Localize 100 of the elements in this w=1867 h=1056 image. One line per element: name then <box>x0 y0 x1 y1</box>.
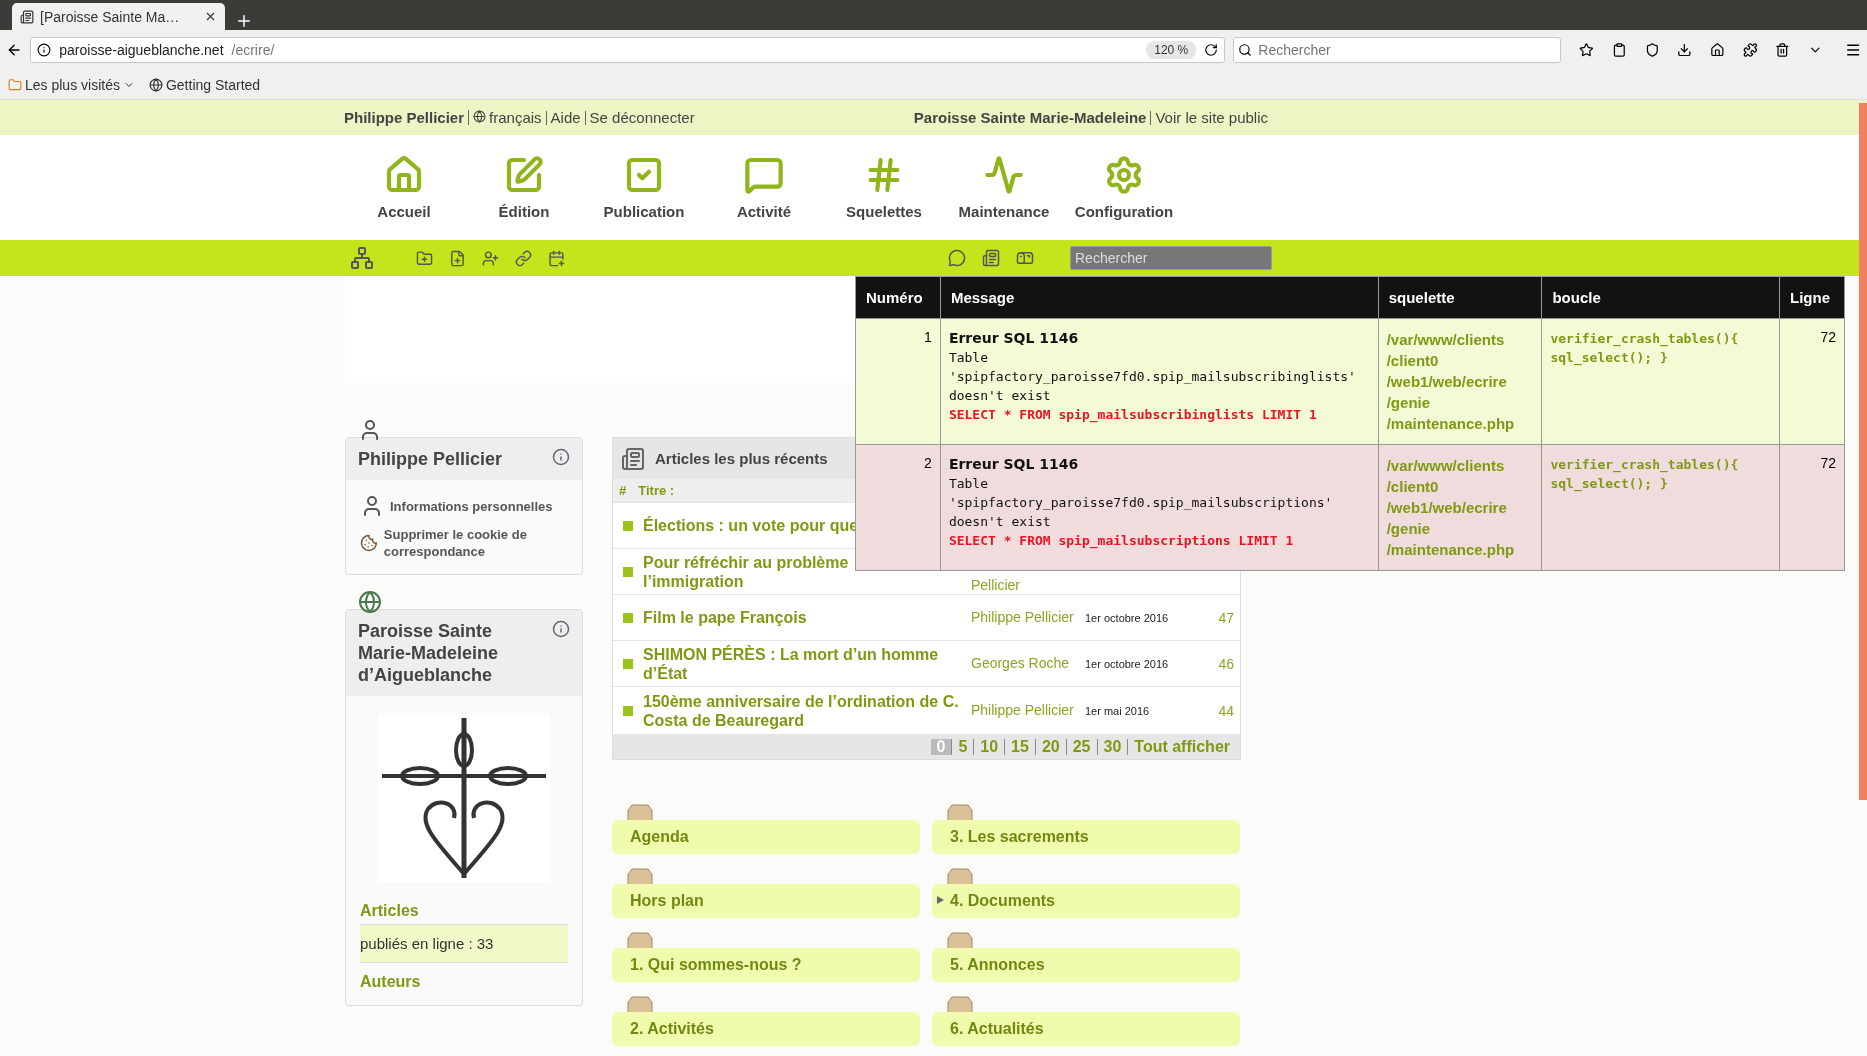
browser-tab[interactable]: [Paroisse Sainte Ma… <box>12 3 225 30</box>
article-link[interactable]: Film le pape François <box>643 608 807 627</box>
section-link[interactable]: 5. Annonces <box>932 948 1240 982</box>
close-icon[interactable] <box>204 10 217 23</box>
search-field[interactable]: Rechercher <box>1070 246 1272 270</box>
bullet-icon <box>623 658 633 669</box>
file-path: /var/www/clients /client0 /web1/web/ecrire /genie /maintenance.php <box>1386 330 1516 434</box>
download-icon[interactable] <box>1677 41 1692 59</box>
info-icon[interactable] <box>552 620 570 638</box>
user-add-icon[interactable] <box>482 249 499 267</box>
search-input[interactable]: Rechercher <box>1256 41 1557 59</box>
column-header: squelette <box>1378 276 1542 319</box>
top-link[interactable]: français <box>468 110 546 125</box>
trash-icon[interactable] <box>1775 41 1790 59</box>
article-link[interactable]: 150ème anniversaire de l’ordination de C. Costa de Beauregard <box>643 691 963 730</box>
top-link[interactable]: Voir le site public <box>1150 110 1272 125</box>
row-number: 1 <box>923 329 932 345</box>
clipboard-icon[interactable] <box>1611 41 1627 59</box>
panel-link[interactable]: Supprimer le cookie de correspondance <box>360 522 568 564</box>
reload-icon[interactable] <box>1204 43 1219 57</box>
section-link[interactable]: Hors plan <box>612 884 920 918</box>
column-header: Message <box>940 276 1379 319</box>
page-link[interactable]: 0 <box>930 739 952 755</box>
link-icon[interactable] <box>515 249 532 267</box>
bookmark-item[interactable]: Les plus visités <box>8 76 135 93</box>
pencil-icon <box>504 155 544 195</box>
checkmark-icon <box>624 155 664 195</box>
scrollbar[interactable] <box>1859 103 1867 800</box>
page-link[interactable]: 30 <box>1096 739 1128 755</box>
section-heading: Auteurs <box>360 973 422 991</box>
nav-item[interactable]: Configuration <box>1064 135 1184 240</box>
author-link[interactable]: Pellicier <box>963 577 1085 594</box>
site-name[interactable]: Paroisse Sainte Marie-Madeleine <box>913 109 1151 126</box>
folder-add-icon[interactable] <box>416 249 433 267</box>
comment-icon[interactable] <box>948 249 966 267</box>
date-cell-text: 1er octobre 2016 <box>1085 611 1170 624</box>
author-link[interactable]: Philippe Pellicier <box>963 609 1085 626</box>
document-add-icon[interactable] <box>449 249 466 267</box>
folder-icon <box>8 77 22 92</box>
stat-text: publiés en ligne : 33 <box>360 924 568 963</box>
newspaper-icon[interactable] <box>982 249 1000 267</box>
pulse-icon <box>984 155 1024 195</box>
section-link[interactable]: 3. Les sacrements <box>932 820 1240 854</box>
author-link[interactable]: Georges Roche <box>963 655 1085 672</box>
star-icon[interactable] <box>1579 41 1594 59</box>
section-link[interactable]: 2. Activités <box>612 1012 920 1046</box>
home-icon <box>384 155 424 195</box>
sql-query: SELECT * FROM spip_mailsubscribinglists LIMIT 1 <box>948 406 1318 424</box>
nav-item[interactable]: Maintenance <box>944 135 1064 240</box>
zoom-level[interactable]: 120 % <box>1146 41 1197 59</box>
error-message: Table 'spipfactory_paroisse7fd0.spip_mailsubscriptions' doesn't exist <box>948 475 1334 531</box>
nav-item[interactable]: Édition <box>464 135 584 240</box>
nav-item[interactable]: Accueil <box>344 135 464 240</box>
new-tab-icon[interactable] <box>235 12 253 30</box>
page-link[interactable]: 5 <box>951 739 974 755</box>
section-link[interactable]: 6. Actualités <box>932 1012 1240 1046</box>
panel-title: Philippe Pellicier <box>358 448 503 470</box>
top-link[interactable]: Se déconnecter <box>584 110 699 125</box>
page-link[interactable]: 20 <box>1034 739 1066 755</box>
page-link[interactable]: 25 <box>1065 739 1097 755</box>
search-icon <box>1238 43 1253 57</box>
top-link[interactable]: Aide <box>545 110 585 125</box>
shield-icon[interactable] <box>1644 41 1660 59</box>
mailbox-icon[interactable] <box>1016 249 1034 267</box>
section-link[interactable]: 4. Documents <box>932 884 1240 918</box>
number-cell-text: 46 <box>1217 655 1235 672</box>
bookmark-item[interactable]: Getting Started <box>148 76 261 93</box>
nav-item[interactable]: Publication <box>584 135 704 240</box>
bullet-icon <box>623 520 633 531</box>
page-link[interactable]: 15 <box>1004 739 1035 755</box>
panel-title: Paroisse Sainte Marie-Madeleine d’Aigueblanche <box>358 620 500 686</box>
file-path: /var/www/clients /client0 /web1/web/ecrire /genie /maintenance.php <box>1386 456 1516 560</box>
page-link[interactable]: 10 <box>973 739 1005 755</box>
section-link[interactable]: Agenda <box>612 820 920 854</box>
date-cell-text: 1er mai 2016 <box>1085 704 1151 717</box>
author-link[interactable]: Philippe Pellicier <box>963 702 1085 719</box>
expand-icon[interactable] <box>937 896 944 904</box>
user-name[interactable]: Philippe Pellicier <box>344 109 469 126</box>
article-link[interactable]: SHIMON PÉRÈS : La mort d’un homme d’État <box>643 644 963 683</box>
home-icon[interactable] <box>1710 41 1725 59</box>
error-title: Erreur SQL 1146 <box>948 329 1080 348</box>
nav-item[interactable]: Activité <box>704 135 824 240</box>
article-link[interactable]: Pour réfréchir au problème l’immigration <box>643 552 849 591</box>
puzzle-icon[interactable] <box>1742 41 1758 59</box>
info-icon[interactable] <box>552 448 570 466</box>
column-header: Ligne <box>1779 276 1845 319</box>
column-header: boucle <box>1541 276 1780 319</box>
sitemap-icon[interactable] <box>350 246 374 270</box>
calendar-add-icon[interactable] <box>548 249 565 267</box>
nav-item[interactable]: Squelettes <box>824 135 944 240</box>
gear-icon <box>1104 155 1144 195</box>
column-header: Titre : <box>637 483 675 498</box>
search-field[interactable]: Rechercher <box>1233 37 1562 63</box>
panel-title: Articles les plus récents <box>655 450 828 467</box>
line-number: 72 <box>1819 329 1836 345</box>
panel-link[interactable]: Informations personnelles <box>360 490 568 522</box>
site-icon <box>20 9 34 24</box>
page-link[interactable]: Tout afficher <box>1127 739 1236 755</box>
section-link[interactable]: 1. Qui sommes-nous ? <box>612 948 920 982</box>
address-field[interactable]: paroisse-aigueblanche.net /ecrire/ 120 % <box>30 37 1226 63</box>
